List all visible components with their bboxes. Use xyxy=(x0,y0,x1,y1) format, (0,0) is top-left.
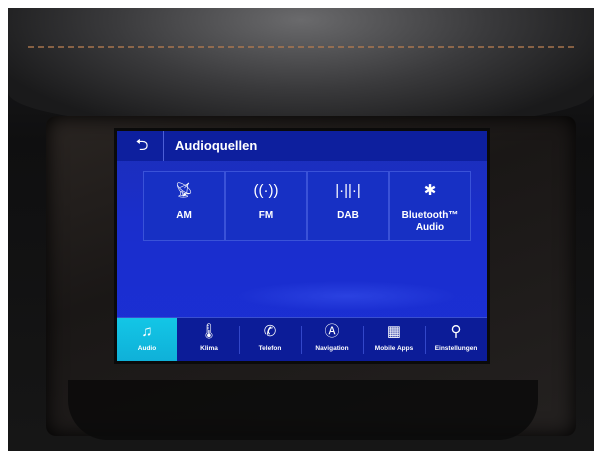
phone-icon: ✆ xyxy=(263,323,277,340)
infotainment-screen: ⮌ Audioquellen 📡︎ AM ((·)) FM |·||·| DAB… xyxy=(114,128,490,364)
nav-label: Mobile Apps xyxy=(374,345,414,352)
screen-glare xyxy=(237,281,457,311)
page-title: Audioquellen xyxy=(175,138,258,153)
source-tile-fm[interactable]: ((·)) FM xyxy=(225,171,307,241)
screen-header: ⮌ Audioquellen xyxy=(117,131,487,161)
back-arrow-icon[interactable]: ⮌ xyxy=(127,136,157,156)
radio-wave-icon: ((·)) xyxy=(253,182,279,199)
settings-icon: ⚲ xyxy=(450,323,462,340)
bluetooth-icon: ✱ xyxy=(423,182,437,199)
music-note-icon: ♫ xyxy=(141,323,153,340)
nav-einstellungen[interactable]: ⚲ Einstellungen xyxy=(426,318,486,361)
dashboard-stitching xyxy=(28,46,574,49)
source-label: DAB xyxy=(337,210,359,221)
nav-mobile-apps[interactable]: ▦ Mobile Apps xyxy=(364,318,424,361)
bottom-nav-bar: ♫ Audio 🌡︎ Klima ✆ Telefon Ⓐ Navigation … xyxy=(117,317,487,361)
nav-audio[interactable]: ♫ Audio xyxy=(117,318,177,361)
navigation-icon: Ⓐ xyxy=(324,323,340,340)
lower-bezel xyxy=(68,380,538,440)
source-label: AM xyxy=(176,210,192,221)
nav-label: Klima xyxy=(200,345,218,352)
nav-label: Telefon xyxy=(258,345,282,352)
nav-label: Audio xyxy=(137,345,157,352)
nav-navigation[interactable]: Ⓐ Navigation xyxy=(302,318,362,361)
nav-klima[interactable]: 🌡︎ Klima xyxy=(179,318,239,361)
source-label: Bluetooth™ Audio xyxy=(401,210,459,233)
source-tile-bluetooth[interactable]: ✱ Bluetooth™ Audio xyxy=(389,171,471,241)
source-tile-dab[interactable]: |·||·| DAB xyxy=(307,171,389,241)
nav-label: Einstellungen xyxy=(434,345,478,352)
dashboard-leather xyxy=(8,8,594,128)
source-tile-am[interactable]: 📡︎ AM xyxy=(143,171,225,241)
nav-telefon[interactable]: ✆ Telefon xyxy=(240,318,300,361)
header-divider xyxy=(163,131,164,161)
source-label: FM xyxy=(258,210,274,221)
signal-bars-icon: |·||·| xyxy=(335,182,361,199)
thermometer-icon: 🌡︎ xyxy=(199,323,219,340)
grid-icon: ▦ xyxy=(386,323,402,340)
nav-label: Navigation xyxy=(315,345,349,352)
antenna-icon: 📡︎ xyxy=(174,182,194,199)
